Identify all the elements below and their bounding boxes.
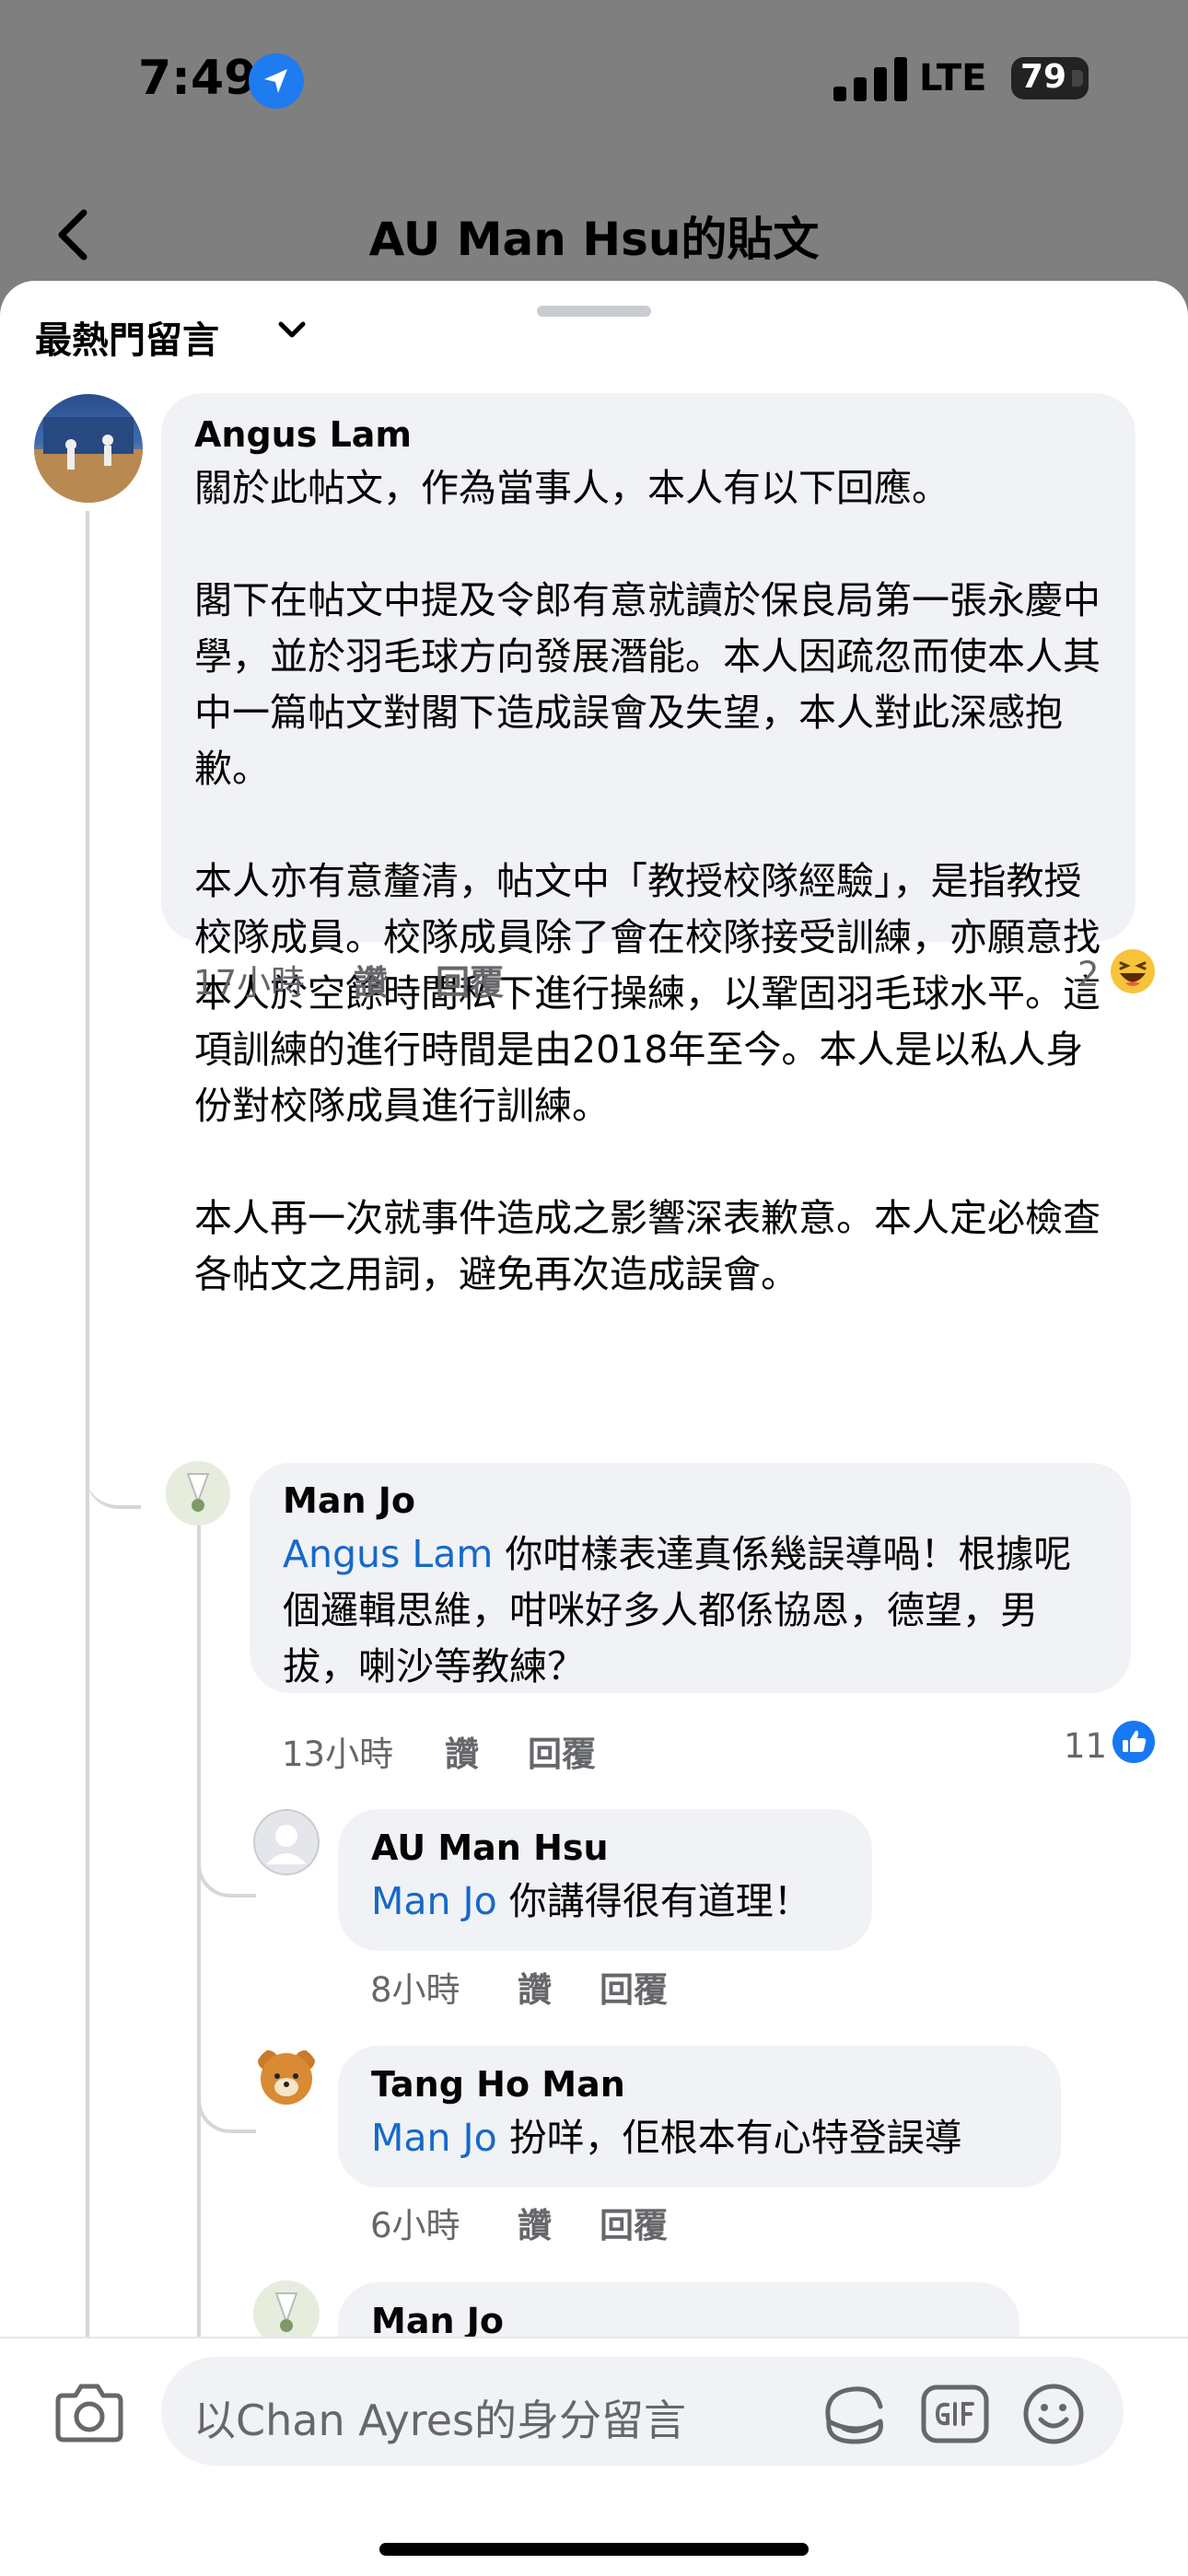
thread-branch-1 [86, 1386, 141, 1509]
thread-branch-2 [197, 1846, 256, 1897]
sort-selector-label[interactable]: 最熱門留言 [35, 310, 219, 364]
status-time: 7:49 [138, 51, 258, 106]
comment-composer: 以Chan Ayres的身分留言 [0, 2337, 1188, 2576]
comment-time: 6小時 [370, 2206, 460, 2245]
like-button[interactable]: 讚 [518, 2198, 552, 2247]
avatar[interactable] [166, 1461, 230, 1526]
mention-link[interactable]: Angus Lam [283, 1532, 493, 1576]
comment-text: Man Jo 扮咩，佢根本有心特登誤導 [371, 2110, 1053, 2166]
camera-icon[interactable] [53, 2377, 125, 2445]
location-arrow-icon [249, 53, 304, 109]
comment-time: 13小時 [282, 1735, 394, 1774]
like-button[interactable]: 讚 [354, 955, 388, 1004]
like-button[interactable]: 讚 [518, 1962, 552, 2012]
like-icon[interactable] [1112, 1720, 1156, 1764]
thread-line-main [86, 511, 89, 2573]
comment-input-placeholder: 以Chan Ayres的身分留言 [193, 2396, 686, 2445]
comment-text: 關於此帖文，作為當事人，本人有以下回應。 閣下在帖文中提及令郎有意就讀於保良局第… [194, 466, 1101, 1296]
home-indicator[interactable] [379, 2543, 809, 2556]
like-button[interactable]: 讚 [445, 1726, 479, 1776]
comment-author[interactable]: Man Jo [371, 2301, 504, 2341]
mention-link[interactable]: Man Jo [371, 1879, 497, 1923]
comment-author[interactable]: Tang Ho Man [371, 2064, 625, 2105]
comment-body: 你講得很有道理！ [496, 1879, 811, 1923]
comment-author[interactable]: Man Jo [283, 1480, 415, 1521]
reply-button[interactable]: 回覆 [600, 2198, 668, 2247]
reaction-count[interactable]: 11 [1064, 1726, 1107, 1766]
sheet-drag-handle[interactable] [537, 306, 651, 317]
gif-icon[interactable] [921, 2385, 989, 2443]
comment-text: Man Jo 你講得很有道理！ [371, 1874, 868, 1930]
comments-sheet: 最熱門留言 Angus Lam 關於此帖文，作為當事人，本人有以下回應。 閣下在… [0, 281, 1188, 2574]
reaction-count[interactable]: 2 [1077, 955, 1100, 994]
page-title: AU Man Hsu的貼文 [368, 213, 820, 266]
avatar[interactable] [253, 1809, 320, 1875]
avatar[interactable] [253, 2044, 320, 2110]
reply-button[interactable]: 回覆 [600, 1962, 668, 2012]
comment-input[interactable]: 以Chan Ayres的身分留言 [161, 2357, 1124, 2466]
avatar-sticker-icon[interactable] [820, 2381, 890, 2447]
comment-text: Angus Lam 你咁樣表達真係幾誤導喎！根據呢個邏輯思維，咁咪好多人都係協恩… [283, 1526, 1102, 1695]
network-type: LTE [919, 57, 987, 99]
back-chevron-icon[interactable] [51, 207, 97, 262]
comment-body: 扮咩，佢根本有心特登誤導 [496, 2116, 962, 2160]
comment-time: 17小時 [193, 963, 306, 1003]
mention-link[interactable]: Man Jo [371, 2116, 497, 2160]
avatar[interactable] [34, 394, 143, 503]
comment-time: 8小時 [370, 1970, 460, 2010]
cellular-signal-icon [833, 57, 907, 101]
thread-branch-3 [197, 2083, 256, 2133]
comment-author[interactable]: Angus Lam [194, 414, 412, 455]
haha-emoji-icon[interactable] [1110, 948, 1156, 994]
chevron-down-icon[interactable] [276, 318, 308, 343]
comment-author[interactable]: AU Man Hsu [371, 1828, 609, 1868]
reply-button[interactable]: 回覆 [436, 955, 504, 1004]
battery-level: 79 [1019, 58, 1067, 96]
reply-button[interactable]: 回覆 [528, 1726, 596, 1776]
emoji-icon[interactable] [1022, 2383, 1085, 2445]
